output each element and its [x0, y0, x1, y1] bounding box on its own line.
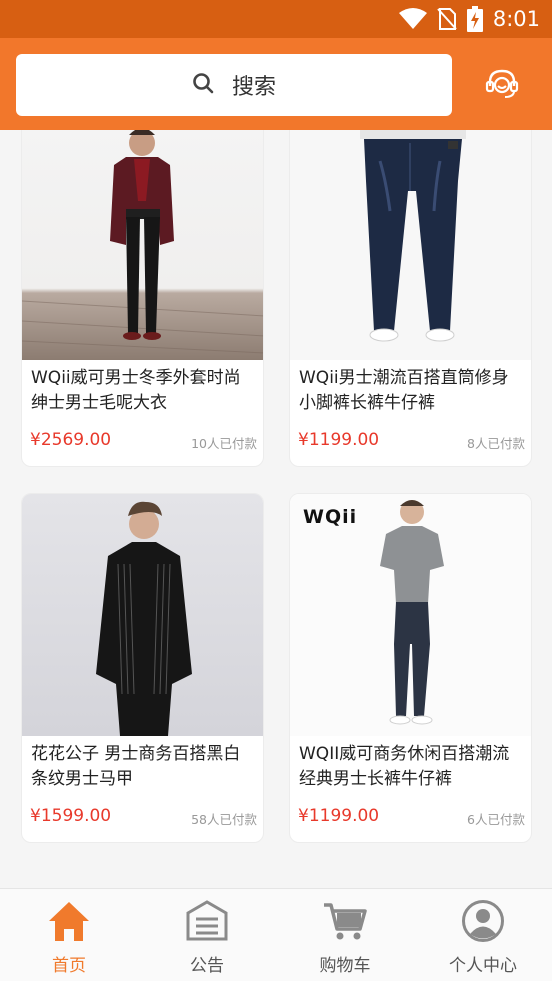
tshirt-jeans-model-photo [380, 500, 444, 725]
user-icon [461, 899, 505, 947]
announcement-icon [185, 899, 229, 947]
search-placeholder: 搜索 [231, 75, 276, 100]
product-sales: 8人已付款 [467, 436, 525, 451]
nav-label: 首页 [52, 956, 86, 976]
nav-label: 公告 [190, 956, 224, 976]
product-title: WQii威可男士冬季外套时尚绅士男士毛呢大衣 [31, 368, 241, 413]
nav-item-announcement[interactable]: 公告 [138, 889, 276, 981]
product-title: WQii男士潮流百搭直筒修身小脚裤长裤牛仔裤 [299, 368, 509, 413]
search-box[interactable]: 搜索 [16, 54, 452, 116]
nav-label: 购物车 [319, 956, 371, 976]
no-sim-icon [437, 7, 457, 31]
product-price: ¥1199.00 [298, 806, 380, 826]
headset-icon [485, 67, 519, 105]
blazer-model-photo [22, 130, 263, 354]
status-bar: 8:01 [0, 0, 552, 38]
nav-label: 个人中心 [449, 956, 517, 976]
brand-logo: WQii [303, 506, 358, 528]
product-price: ¥1199.00 [298, 430, 380, 450]
nav-item-profile[interactable]: 个人中心 [414, 889, 552, 981]
jeans-photo [360, 130, 466, 342]
product-image [290, 130, 531, 360]
product-grid: WQii威可男士冬季外套时尚绅士男士毛呢大衣 ¥2569.00 10人已付款 W… [0, 130, 552, 888]
product-image [22, 494, 263, 736]
search-icon [192, 72, 214, 98]
customer-service-button[interactable] [480, 64, 524, 108]
product-card[interactable]: WQii男士潮流百搭直筒修身小脚裤长裤牛仔裤 ¥1199.00 8人已付款 [289, 130, 532, 467]
nav-item-cart[interactable]: 购物车 [276, 889, 414, 981]
product-price: ¥2569.00 [30, 430, 112, 450]
product-image [22, 130, 263, 360]
product-card[interactable]: WQii威可男士冬季外套时尚绅士男士毛呢大衣 ¥2569.00 10人已付款 [21, 130, 264, 467]
product-title: WQII威可商务休闲百搭潮流经典男士长裤牛仔裤 [299, 744, 510, 789]
battery-charging-icon [466, 6, 483, 32]
product-title: 花花公子 男士商务百搭黑白条纹男士马甲 [31, 744, 241, 789]
app-header: 搜索 [0, 38, 552, 130]
cart-icon [322, 899, 368, 947]
status-time: 8:01 [492, 7, 540, 31]
product-sales: 58人已付款 [191, 812, 257, 827]
bottom-nav: 首页 公告 购物车 个人中心 [0, 888, 552, 981]
nav-item-home[interactable]: 首页 [0, 889, 138, 981]
wifi-icon [398, 8, 427, 30]
product-card[interactable]: WQii WQII威可商务休闲百搭潮流经典男士长裤牛仔裤 ¥1199.00 6人… [289, 493, 532, 843]
product-sales: 6人已付款 [467, 812, 525, 827]
product-card[interactable]: 花花公子 男士商务百搭黑白条纹男士马甲 ¥1599.00 58人已付款 [21, 493, 264, 843]
product-image: WQii [290, 494, 531, 736]
product-price: ¥1599.00 [30, 806, 112, 826]
product-sales: 10人已付款 [191, 436, 257, 451]
vest-model-photo [96, 501, 192, 736]
home-icon [47, 899, 91, 947]
